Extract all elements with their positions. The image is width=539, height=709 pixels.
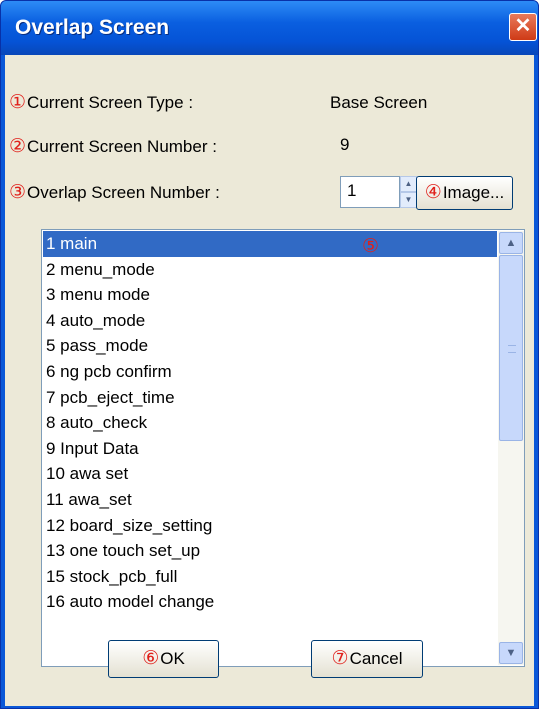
- scroll-grip-icon: [508, 345, 516, 353]
- screen-list-items: 1 main 2 menu_mode 3 menu mode 4 auto_mode 5…: [43, 231, 497, 615]
- overlap-screen-number-input[interactable]: 1: [340, 176, 400, 208]
- marker-5: ⑤: [362, 236, 380, 257]
- screen-list-item[interactable]: 10 awa set: [43, 461, 497, 487]
- current-screen-number-label: Current Screen Number :: [27, 137, 217, 156]
- screen-list-item[interactable]: 9 Input Data: [43, 436, 497, 462]
- screen-list-item[interactable]: 8 auto_check: [43, 410, 497, 436]
- cancel-button-label: Cancel: [349, 649, 403, 668]
- screen-list-item[interactable]: 4 auto_mode: [43, 308, 497, 334]
- current-screen-number-row: ②Current Screen Number :: [9, 135, 217, 158]
- marker-3: ③: [9, 182, 27, 203]
- overlap-screen-number-label: Overlap Screen Number :: [27, 183, 220, 202]
- screen-list-item[interactable]: 15 stock_pcb_full: [43, 564, 497, 590]
- scroll-thumb[interactable]: [499, 255, 523, 441]
- close-button[interactable]: ✕: [509, 13, 537, 41]
- spin-up-arrow-icon[interactable]: ▲: [400, 176, 417, 192]
- screen-list-item[interactable]: 12 board_size_setting: [43, 513, 497, 539]
- marker-2: ②: [9, 136, 27, 157]
- dialog-title: Overlap Screen: [15, 16, 170, 39]
- current-screen-type-label: Current Screen Type :: [27, 93, 194, 112]
- overlap-screen-number-spinner: ▲ ▼: [400, 176, 417, 208]
- scroll-up-arrow-icon[interactable]: ▲: [499, 232, 523, 254]
- image-button-label: Image...: [442, 183, 505, 202]
- dialog-body: ①Current Screen Type : Base Screen ②Curr…: [5, 55, 534, 706]
- scroll-down-arrow-icon[interactable]: ▼: [499, 642, 523, 664]
- cancel-button[interactable]: ⑦Cancel: [311, 640, 423, 678]
- screen-list-item[interactable]: 3 menu mode: [43, 282, 497, 308]
- marker-6: ⑥: [142, 648, 160, 669]
- screen-list-item[interactable]: 16 auto model change: [43, 589, 497, 615]
- current-screen-type-value: Base Screen: [330, 93, 428, 112]
- marker-7: ⑦: [331, 648, 349, 669]
- overlap-screen-dialog: Overlap Screen ✕ ①Current Screen Type : …: [0, 0, 539, 709]
- current-screen-type-row: ①Current Screen Type :: [9, 91, 193, 114]
- screen-list-item[interactable]: 6 ng pcb confirm: [43, 359, 497, 385]
- screen-list-item[interactable]: 7 pcb_eject_time: [43, 385, 497, 411]
- marker-1: ①: [9, 92, 27, 113]
- screen-list-item[interactable]: 1 main: [43, 231, 497, 257]
- ok-button[interactable]: ⑥OK: [108, 640, 219, 678]
- title-bar[interactable]: Overlap Screen ✕: [1, 1, 538, 55]
- marker-4: ④: [424, 182, 442, 203]
- image-button[interactable]: ④Image...: [416, 176, 513, 210]
- screen-list-item[interactable]: 5 pass_mode: [43, 333, 497, 359]
- vertical-scrollbar[interactable]: ▲ ▼: [498, 231, 524, 665]
- current-screen-number-value: 9: [340, 135, 350, 154]
- screen-list-item[interactable]: 11 awa_set: [43, 487, 497, 513]
- screen-list-item[interactable]: 2 menu_mode: [43, 257, 497, 283]
- overlap-screen-number-row: ③Overlap Screen Number :: [9, 181, 220, 204]
- screen-list[interactable]: 1 main 2 menu_mode 3 menu mode 4 auto_mode 5…: [41, 229, 525, 667]
- screen-list-item[interactable]: 13 one touch set_up: [43, 538, 497, 564]
- close-icon: ✕: [514, 15, 532, 37]
- spin-down-arrow-icon[interactable]: ▼: [400, 192, 417, 208]
- ok-button-label: OK: [160, 649, 185, 668]
